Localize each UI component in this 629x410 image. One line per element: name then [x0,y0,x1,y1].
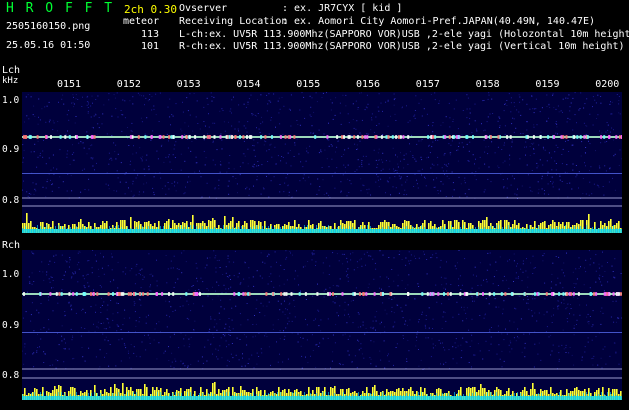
mode-label: 2ch 0.30 [124,3,177,16]
rch-tick-0-8: 0.8 [2,370,20,381]
lch-tick-0-9: 0.9 [2,144,20,155]
hro-fft-window: H R O F F T 2ch 0.30 2505160150.png mete… [0,0,629,410]
location-value: : ex. Aomori City Aomori-Pref.JAPAN(40.4… [282,16,596,27]
time-label-0156: 0156 [356,79,381,90]
rch-meteor-count: 101 [141,41,160,52]
location-label: Receiving Location [179,16,288,27]
carrier-signal-line [22,136,622,138]
lch-waterfall [22,92,622,233]
khz-unit-label: kHz [2,76,19,86]
time-label-0157: 0157 [415,79,440,90]
time-label-0158: 0158 [475,79,500,90]
rch-tick-1-0: 1.0 [2,269,20,280]
time-label-0200: 0200 [595,79,620,90]
time-label-0154: 0154 [236,79,261,90]
datetime-label: 25.05.16 01:50 [6,40,91,51]
rch-label: Rch [2,240,21,251]
observer-value: : ex. JR7CYX [ kid ] [282,3,403,14]
lch-tick-1-0: 1.0 [2,95,20,106]
time-label-0159: 0159 [535,79,560,90]
rch-description: R-ch:ex. UV5R 113.900Mhz(SAPPORO VOR)USB… [179,41,625,52]
lch-label: Lch [2,65,21,76]
time-label-0152: 0152 [116,79,141,90]
lch-tick-0-8: 0.8 [2,195,20,206]
time-label-0151: 0151 [57,79,82,90]
time-label-0155: 0155 [296,79,321,90]
meteor-label: meteor [123,16,160,27]
time-label-0153: 0153 [176,79,201,90]
brand-title: H R O F F T [6,1,115,16]
lch-description: L-ch:ex. UV5R 113.900Mhz(SAPPORO VOR)USB… [179,29,629,40]
filename-label: 2505160150.png [6,21,91,32]
observer-label: Ovserver [179,3,228,14]
rch-waterfall [22,250,622,400]
rch-tick-0-9: 0.9 [2,320,20,331]
lch-meteor-count: 113 [141,29,160,40]
